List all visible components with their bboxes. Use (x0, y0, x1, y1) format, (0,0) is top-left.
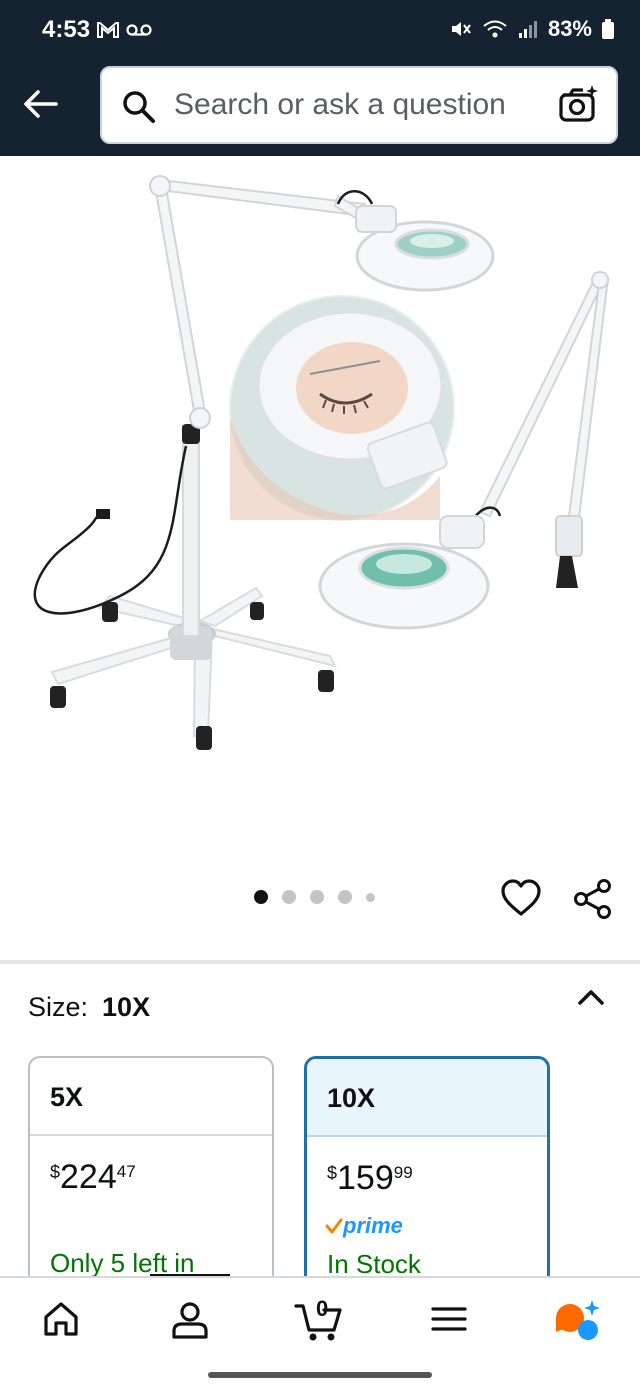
battery-percent: 83% (547, 16, 592, 41)
section-divider (0, 960, 640, 964)
status-bar: 4:53 83% (0, 0, 640, 62)
search-input[interactable] (174, 84, 544, 126)
selected-size-value: 10X (102, 992, 151, 1022)
heart-icon (501, 879, 541, 916)
size-option-name: 10X (307, 1059, 547, 1137)
price-symbol: $ (50, 1162, 61, 1182)
chevron-up-icon (578, 990, 604, 1005)
carousel-dot[interactable] (366, 892, 375, 902)
rufus-assistant-icon (556, 1300, 600, 1340)
menu-icon (431, 1307, 467, 1331)
price-fraction: 99 (393, 1163, 413, 1182)
add-to-list-button[interactable] (500, 878, 542, 923)
prime-badge: prime (325, 1213, 403, 1239)
nav-assistant[interactable] (554, 1298, 602, 1347)
header (0, 62, 640, 156)
signal-icon (518, 21, 537, 38)
battery-icon (602, 19, 614, 39)
share-icon (574, 879, 611, 919)
system-icons: 83% (450, 16, 614, 42)
size-option-price: $22447 (30, 1136, 272, 1197)
prime-check-icon (325, 1218, 343, 1234)
share-button[interactable] (572, 878, 614, 925)
back-arrow-icon (24, 90, 58, 118)
cart-count: 0 (316, 1296, 329, 1321)
nav-account[interactable] (170, 1300, 210, 1345)
price-whole: 224 (60, 1158, 117, 1196)
account-icon (172, 1302, 208, 1339)
size-option-10x[interactable]: 10X $15999 prime In Stock (304, 1056, 550, 1296)
size-label: Size: 10X (28, 992, 150, 1023)
status-time: 4:53 (42, 16, 91, 43)
nav-home[interactable] (42, 1300, 80, 1343)
gmail-icon (97, 22, 119, 38)
carousel-dot[interactable] (310, 890, 324, 904)
size-option-5x[interactable]: 5X $22447 Only 5 left in (28, 1056, 274, 1296)
floor-magnifier-lamp-image (33, 175, 610, 750)
image-carousel-dots (254, 890, 375, 904)
nav-menu[interactable] (430, 1300, 468, 1343)
notification-icons (96, 20, 152, 40)
size-option-price: $15999 (307, 1137, 547, 1198)
price-fraction: 47 (116, 1162, 136, 1181)
camera-search-icon[interactable] (558, 84, 598, 124)
search-box[interactable] (100, 66, 618, 144)
back-button[interactable] (18, 82, 62, 126)
carousel-dot[interactable] (282, 890, 296, 904)
gesture-bar[interactable] (208, 1372, 432, 1378)
home-icon (44, 1302, 78, 1336)
voicemail-icon (126, 24, 152, 36)
carousel-dot[interactable] (338, 890, 352, 904)
price-whole: 159 (337, 1159, 394, 1197)
mute-icon (451, 22, 471, 36)
product-image[interactable] (0, 156, 640, 856)
size-option-name: 5X (30, 1058, 272, 1136)
carousel-dot[interactable] (254, 890, 268, 904)
wifi-icon (483, 20, 507, 38)
size-label-text: Size: (28, 992, 89, 1022)
collapse-size-button[interactable] (574, 982, 608, 1017)
prime-label: prime (343, 1213, 403, 1238)
search-icon (123, 91, 155, 123)
price-symbol: $ (327, 1163, 338, 1183)
